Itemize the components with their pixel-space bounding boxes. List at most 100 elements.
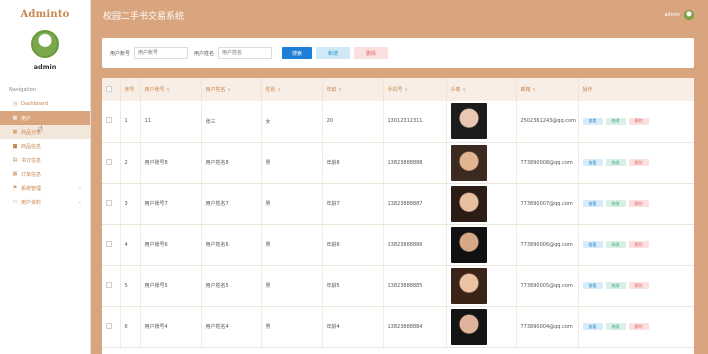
row-select-cell [102, 224, 121, 266]
column-label: 用户账号 [144, 87, 165, 93]
sidebar-item-5[interactable]: ▦ 订单信息 [0, 167, 90, 181]
sort-icon[interactable]: ⇅ [533, 87, 536, 92]
calendar-icon: ▭ [12, 199, 18, 205]
avatar[interactable] [684, 10, 694, 20]
column-header[interactable]: 用户姓名 ⇅ [201, 78, 262, 101]
avatar [450, 103, 487, 140]
view-button[interactable]: 查看 [582, 200, 603, 207]
column-label: 操作 [582, 87, 593, 93]
delete-row-button[interactable]: 删除 [628, 200, 649, 207]
age-cell: 年龄5 [322, 265, 384, 307]
top-user-menu[interactable]: admin [664, 10, 694, 20]
flag-icon: ⚑ [12, 185, 18, 191]
view-button[interactable]: 查看 [582, 241, 603, 248]
sidebar-item-4[interactable]: ▤ 书订信息 [0, 153, 90, 167]
row-select-cell [102, 306, 121, 348]
row-index: 1 [120, 101, 141, 143]
gender-cell: 男 [261, 183, 323, 225]
column-header[interactable]: 年龄 ⇅ [322, 78, 384, 101]
search-button[interactable]: 搜索 [282, 47, 313, 59]
delete-row-button[interactable]: 删除 [628, 159, 649, 166]
name-cell: 用户姓名7 [201, 183, 262, 225]
row-checkbox[interactable] [106, 322, 112, 329]
phone-cell: 13823888886 [383, 224, 447, 266]
sort-icon[interactable]: ⇅ [339, 87, 342, 92]
edit-button[interactable]: 修改 [605, 200, 626, 207]
row-checkbox[interactable] [106, 199, 112, 206]
row-select-cell [102, 265, 121, 307]
sidebar-item-7[interactable]: ▭ 用户资料 ⌄ [0, 195, 90, 209]
row-actions: 查看 修改 删除 [582, 200, 694, 207]
phone-cell: 13823888888 [383, 142, 447, 184]
edit-button[interactable]: 修改 [605, 241, 626, 248]
avatar [450, 144, 487, 181]
delete-row-button[interactable]: 删除 [628, 117, 649, 125]
sidebar-item-label: 系统管理 [21, 185, 42, 192]
account-cell: 用户账号6 [140, 224, 202, 266]
view-button[interactable]: 查看 [582, 159, 603, 166]
delete-row-button[interactable]: 删除 [628, 241, 649, 248]
column-header[interactable]: 性别 ⇅ [261, 78, 323, 101]
add-button[interactable]: 新增 [316, 47, 351, 59]
grid-icon: ▦ [12, 115, 18, 121]
row-checkbox[interactable] [106, 117, 112, 124]
avatar [450, 226, 487, 263]
email-cell: 2502361243@qq.com [516, 101, 579, 143]
age-cell: 年龄7 [322, 183, 384, 225]
age-cell: 年龄4 [322, 306, 384, 348]
column-header[interactable]: 用户账号 ⇅ [140, 78, 202, 101]
sidebar-item-label: 书订信息 [21, 157, 42, 164]
row-index: 6 [120, 306, 141, 348]
user-name: admin [33, 63, 57, 71]
sidebar-item-1[interactable]: ▦ 用户 [0, 111, 90, 125]
table-row: 3 用户账号7 用户姓名7 男年龄7 13823888887 773890007@qq.c… [102, 183, 694, 225]
actions-cell: 查看 修改 删除 [578, 183, 694, 225]
name-search-input[interactable] [218, 47, 273, 59]
sort-icon[interactable]: ⇅ [278, 87, 281, 92]
edit-button[interactable]: 修改 [605, 282, 626, 289]
sort-icon[interactable]: ⇅ [228, 87, 231, 92]
table-body: 1 11 张三女 20 13012312311 2502361243@qq.com 查看 修改… [102, 101, 694, 348]
brand-logo[interactable]: Adminto [0, 0, 90, 28]
phone-cell: 13012312311 [383, 101, 447, 143]
sort-icon[interactable]: ⇅ [167, 87, 170, 92]
sort-icon[interactable]: ⇅ [405, 87, 408, 92]
column-header[interactable] [102, 78, 121, 101]
edit-button[interactable]: 修改 [605, 117, 626, 125]
column-header[interactable]: 手机号 ⇅ [383, 78, 447, 101]
name-cell: 用户姓名6 [201, 224, 262, 266]
sort-icon[interactable]: ⇅ [463, 87, 466, 92]
sidebar-item-6[interactable]: ⚑ 系统管理 ⌄ [0, 181, 90, 195]
row-checkbox[interactable] [106, 158, 112, 165]
row-index: 3 [120, 183, 141, 225]
delete-row-button[interactable]: 删除 [628, 323, 649, 330]
account-search-input[interactable] [134, 47, 189, 59]
sidebar-item-0[interactable]: ◷ Dashboard [0, 97, 90, 111]
sidebar-item-3[interactable]: ▆ 商品信息 [0, 139, 90, 153]
chevron-down-icon: ⌄ [77, 185, 82, 191]
delete-button[interactable]: 删除 [354, 47, 389, 59]
column-header[interactable]: 头像 ⇅ [446, 78, 517, 101]
edit-button[interactable]: 修改 [605, 323, 626, 330]
column-header[interactable]: 邮箱 ⇅ [516, 78, 579, 101]
row-checkbox[interactable] [106, 281, 112, 288]
select-all-checkbox[interactable] [106, 85, 112, 92]
avatar [450, 185, 487, 222]
actions-cell: 查看 修改 删除 [578, 265, 694, 307]
actions-cell: 查看 修改 删除 [578, 306, 694, 348]
view-button[interactable]: 查看 [582, 323, 603, 330]
edit-button[interactable]: 修改 [605, 159, 626, 166]
view-button[interactable]: 查看 [582, 282, 603, 289]
delete-row-button[interactable]: 删除 [628, 282, 649, 289]
column-label: 用户姓名 [205, 87, 226, 93]
sidebar-item-label: 商品信息 [21, 143, 42, 150]
user-table: 序号 用户账号 ⇅ 用户姓名 ⇅ 性别 ⇅ 年龄 ⇅ 手机号 ⇅ 头像 ⇅ 邮箱 ⇅ 操作 1 11 张三女 20 1… [102, 78, 694, 348]
column-label: 年龄 [326, 87, 337, 93]
column-label: 性别 [265, 87, 276, 93]
view-button[interactable]: 查看 [582, 117, 603, 125]
row-checkbox[interactable] [106, 240, 112, 247]
search-panel: 用户账号 用户姓名 搜索 新增 删除 [102, 38, 694, 68]
row-actions: 查看 修改 删除 [582, 159, 694, 166]
sidebar-item-2[interactable]: ▦ 商品分类 ☝ [0, 124, 90, 139]
avatar[interactable] [31, 30, 59, 58]
